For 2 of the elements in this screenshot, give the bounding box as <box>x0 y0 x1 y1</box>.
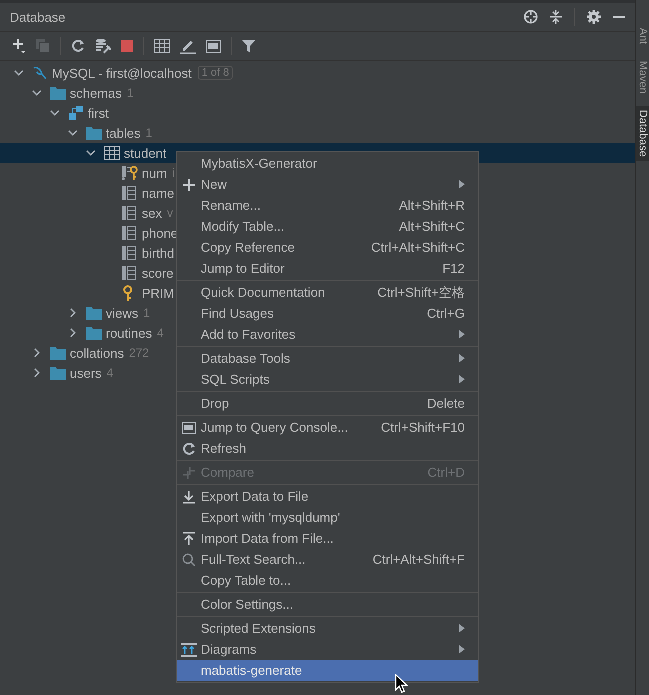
connection-badge: 1 of 8 <box>198 66 234 80</box>
panel-title: Database <box>10 10 66 24</box>
